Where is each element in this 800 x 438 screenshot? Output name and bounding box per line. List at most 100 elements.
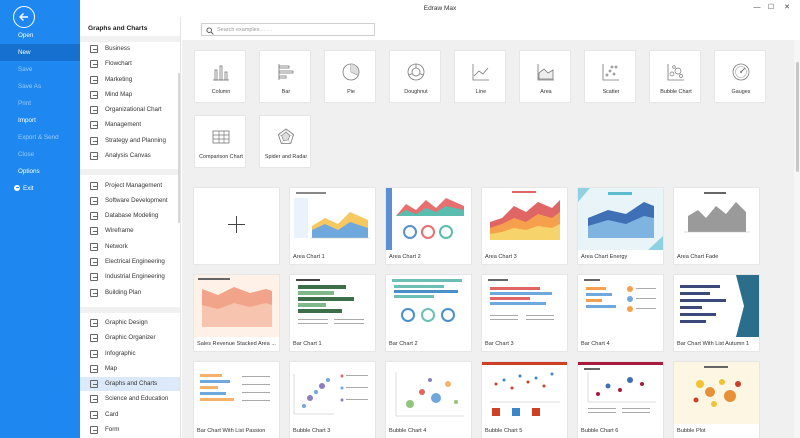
menu-options[interactable]: Options <box>0 163 80 180</box>
search-input[interactable] <box>217 25 367 35</box>
category-industrial-engineering[interactable]: Industrial Engineering <box>80 270 180 284</box>
category-card[interactable]: Card <box>80 408 180 422</box>
category-graphic-design[interactable]: Graphic Design <box>80 316 180 330</box>
chart-type-gauges[interactable]: Gauges <box>714 50 766 103</box>
chart-type-column[interactable]: Column <box>194 50 246 103</box>
chart-type-scatter[interactable]: Scatter <box>584 50 636 103</box>
template-card-bar-chart-list-passion[interactable]: Bar Chart With List Passion <box>193 361 280 438</box>
template-card-bubble-chart-4[interactable]: Bubble Chart 4 <box>385 361 472 438</box>
template-label: Area Chart 2 <box>389 254 421 260</box>
template-card-bar-chart-3[interactable]: Bar Chart 3 <box>481 274 568 352</box>
chart-type-comparison[interactable]: Comparison Chart <box>194 115 246 168</box>
graphs-charts-icon <box>90 380 98 388</box>
template-card-bar-chart-4[interactable]: Bar Chart 4 <box>577 274 664 352</box>
category-graphs-and-charts[interactable]: Graphs and Charts <box>80 377 180 391</box>
template-card-bubble-chart-5[interactable]: Bubble Chart 5 <box>481 361 568 438</box>
template-card-bubble-chart-6[interactable]: Bubble Chart 6 <box>577 361 664 438</box>
blank-template-card[interactable] <box>193 187 280 265</box>
menu-open[interactable]: Open <box>0 27 80 44</box>
category-label: Analysis Canvas <box>105 152 151 159</box>
maximize-button[interactable]: ☐ <box>764 2 778 14</box>
chart-type-line[interactable]: Line <box>454 50 506 103</box>
template-label: Area Chart 3 <box>485 254 517 260</box>
chart-type-spider-radar[interactable]: Spider and Radar <box>259 115 311 168</box>
template-label: Sales Revenue Stacked Area ... <box>197 341 276 347</box>
category-header: Graphs and Charts <box>88 25 148 32</box>
template-card-sales-revenue[interactable]: Sales Revenue Stacked Area ... <box>193 274 280 352</box>
radar-chart-icon <box>277 128 295 144</box>
template-thumbnail <box>674 362 759 424</box>
electrical-icon <box>90 258 98 266</box>
chart-type-label: Gauges <box>731 89 751 95</box>
template-card-bar-chart-2[interactable]: Bar Chart 2 <box>385 274 472 352</box>
file-menu: Open New Save Save As Print Import Expor… <box>0 0 80 438</box>
chart-type-bubble[interactable]: Bubble Chart <box>649 50 701 103</box>
chart-type-doughnut[interactable]: Doughnut <box>389 50 441 103</box>
template-thumbnail <box>290 362 375 424</box>
template-card-bar-chart-list-autumn-1[interactable]: Bar Chart With List Autumn 1 <box>673 274 760 352</box>
category-map[interactable]: Map <box>80 362 180 376</box>
template-card-bubble-chart-3[interactable]: Bubble Chart 3 <box>289 361 376 438</box>
chart-type-area[interactable]: Area <box>519 50 571 103</box>
category-flowchart[interactable]: Flowchart <box>80 57 180 71</box>
category-divider <box>80 169 180 175</box>
template-card-area-chart-energy[interactable]: Area Chart Energy <box>577 187 664 265</box>
category-infographic[interactable]: Infographic <box>80 347 180 361</box>
menu-exit[interactable]: Exit <box>0 180 80 197</box>
template-thumbnail <box>482 362 567 424</box>
close-window-button[interactable]: ✕ <box>780 2 794 14</box>
menu-export-send[interactable]: Export & Send <box>0 129 80 146</box>
template-card-area-chart-3[interactable]: Area Chart 3 <box>481 187 568 265</box>
template-card-area-chart-1[interactable]: Area Chart 1 <box>289 187 376 265</box>
category-scrollbar[interactable] <box>178 73 180 223</box>
template-card-area-chart-fade[interactable]: Area Chart Fade <box>673 187 760 265</box>
category-database-modeling[interactable]: Database Modeling <box>80 209 180 223</box>
category-business[interactable]: Business <box>80 42 180 56</box>
category-label: Infographic <box>105 350 136 357</box>
chart-type-label: Bubble Chart <box>660 89 692 95</box>
menu-import[interactable]: Import <box>0 112 80 129</box>
wireframe-icon <box>90 227 98 235</box>
template-card-area-chart-2[interactable]: Area Chart 2 <box>385 187 472 265</box>
category-software-development[interactable]: Software Development <box>80 194 180 208</box>
category-label: Mind Map <box>105 91 133 98</box>
category-project-management[interactable]: Project Management <box>80 179 180 193</box>
category-electrical-engineering[interactable]: Electrical Engineering <box>80 255 180 269</box>
menu-save-as[interactable]: Save As <box>0 78 80 95</box>
category-mind-map[interactable]: Mind Map <box>80 88 180 102</box>
category-form[interactable]: Form <box>80 423 180 437</box>
network-icon <box>90 243 98 251</box>
bar-chart-passion-preview <box>194 362 279 424</box>
menu-close[interactable]: Close <box>0 146 80 163</box>
category-analysis-canvas[interactable]: Analysis Canvas <box>80 149 180 163</box>
category-science-education[interactable]: Science and Education <box>80 392 180 406</box>
category-wireframe[interactable]: Wireframe <box>80 224 180 238</box>
bar-chart-1-preview <box>290 275 375 337</box>
chart-type-bar[interactable]: Bar <box>259 50 311 103</box>
menu-new[interactable]: New <box>0 44 80 61</box>
category-organizational-chart[interactable]: Organizational Chart <box>80 103 180 117</box>
gallery-scrollbar-thumb[interactable] <box>795 62 799 172</box>
template-label: Bubble Chart 5 <box>485 428 523 434</box>
graphic-organizer-icon <box>90 334 98 342</box>
template-thumbnail <box>386 275 471 337</box>
template-card-bubble-plot[interactable]: Bubble Plot <box>673 361 760 438</box>
category-strategy-planning[interactable]: Strategy and Planning <box>80 134 180 148</box>
minimize-button[interactable]: — <box>750 2 764 14</box>
category-network[interactable]: Network <box>80 240 180 254</box>
back-button[interactable] <box>13 6 35 28</box>
search-box[interactable] <box>201 23 375 36</box>
category-graphic-organizer[interactable]: Graphic Organizer <box>80 331 180 345</box>
category-building-plan[interactable]: Building Plan <box>80 286 180 300</box>
category-label: Card <box>105 411 119 418</box>
menu-save[interactable]: Save <box>0 61 80 78</box>
gallery-scrollbar[interactable] <box>794 40 800 438</box>
category-marketing[interactable]: Marketing <box>80 73 180 87</box>
area-chart-2-preview <box>386 188 471 250</box>
template-card-bar-chart-1[interactable]: Bar Chart 1 <box>289 274 376 352</box>
menu-print[interactable]: Print <box>0 95 80 112</box>
template-thumbnail <box>674 188 759 250</box>
chart-type-pie[interactable]: Pie <box>324 50 376 103</box>
category-management[interactable]: Management <box>80 118 180 132</box>
template-thumbnail <box>482 188 567 250</box>
